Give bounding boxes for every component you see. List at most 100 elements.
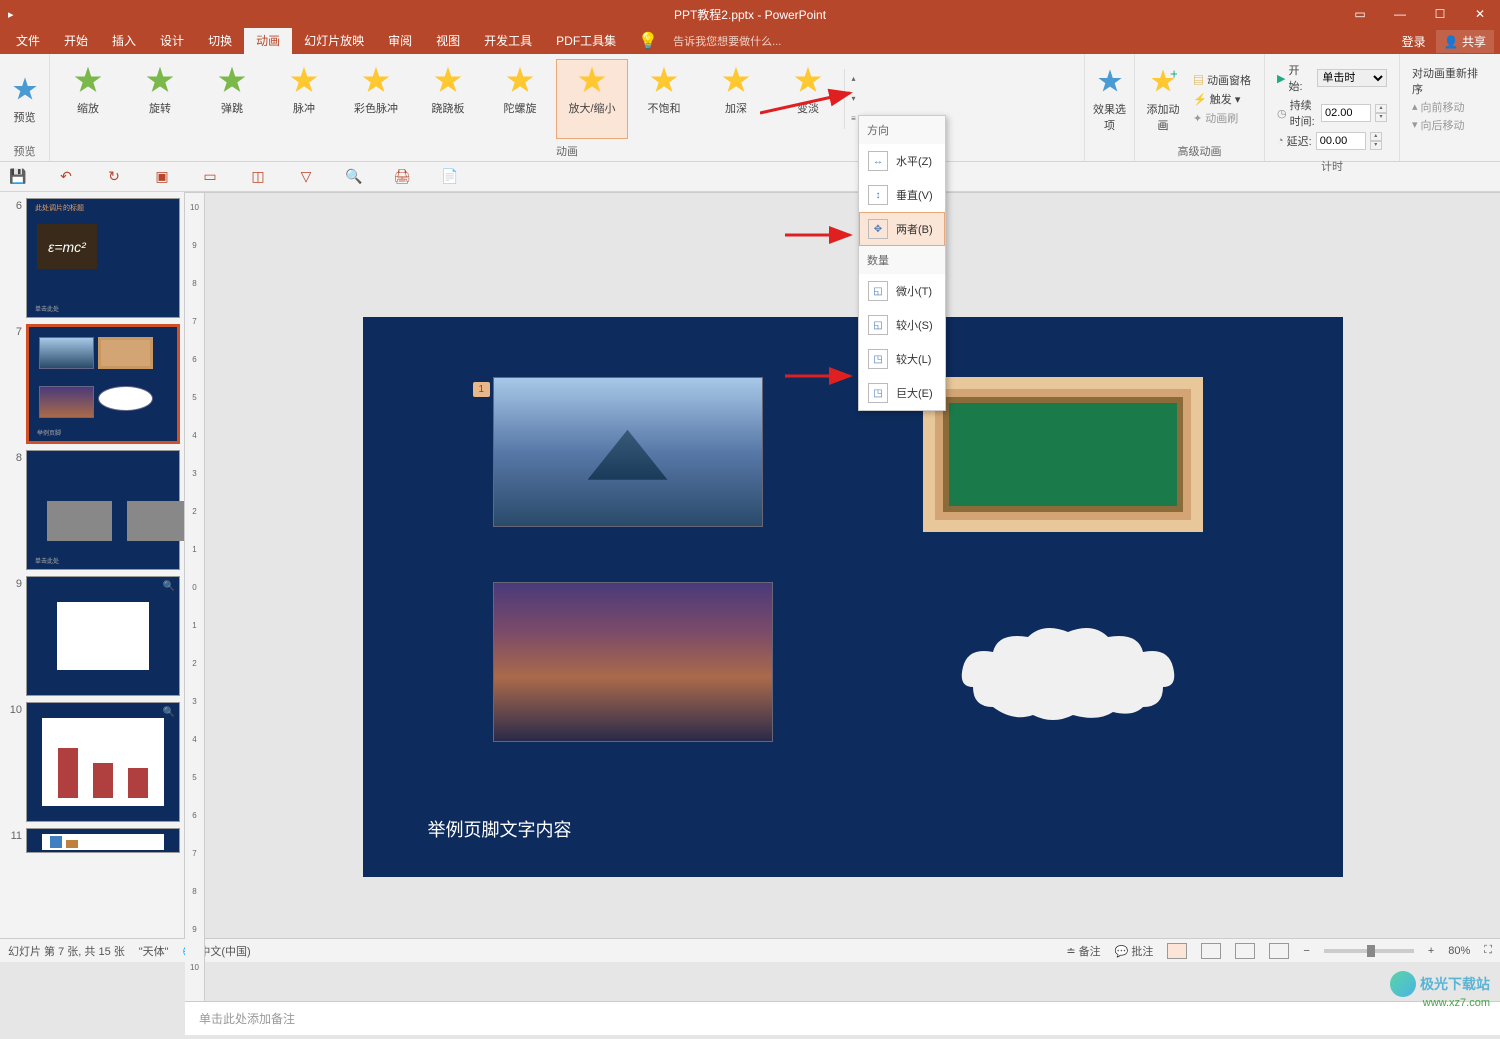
tab-view[interactable]: 视图 [424, 28, 472, 54]
thumb-7[interactable]: 7 举例页脚 [4, 324, 180, 444]
anim-desat[interactable]: 不饱和 [628, 59, 700, 139]
maximize-icon[interactable]: ☐ [1420, 0, 1460, 28]
effect-options-button[interactable]: 效果选项 [1091, 59, 1128, 139]
qat-btn-9[interactable]: 🖨 [392, 167, 412, 187]
workspace: 6 此处调片的标题ε=mc²单击此处 7 举例页脚 8 单击此处 9 🔍 [0, 192, 1500, 938]
group-label-preview: 预览 [0, 143, 49, 161]
qat-btn-7[interactable]: ▽ [296, 167, 316, 187]
annotation-arrow-1 [760, 88, 860, 118]
thumb-8[interactable]: 8 单击此处 [4, 450, 180, 570]
slide-footer-text[interactable]: 举例页脚文字内容 [428, 816, 572, 842]
anim-teeter[interactable]: 跷跷板 [412, 59, 484, 139]
qat-btn-4[interactable]: ▣ [152, 167, 172, 187]
slide-cloud-shape[interactable] [953, 617, 1183, 727]
annotation-arrow-3 [785, 366, 860, 386]
qat-btn-5[interactable]: ▭ [200, 167, 220, 187]
start-select[interactable]: 单击时 [1317, 69, 1387, 87]
delay-input[interactable] [1316, 132, 1366, 150]
slide-image-chalkboard[interactable] [923, 377, 1203, 532]
anim-growshrink[interactable]: 放大/缩小 [556, 59, 628, 139]
tab-home[interactable]: 开始 [52, 28, 100, 54]
share-icon: 👤 [1444, 35, 1459, 49]
anim-spin[interactable]: 旋转 [124, 59, 196, 139]
tab-design[interactable]: 设计 [148, 28, 196, 54]
tellme-icon: 💡 [638, 31, 658, 51]
dropdown-vertical[interactable]: ↕垂直(V) [859, 178, 945, 212]
notes-pane[interactable]: 单击此处添加备注 [185, 1001, 1500, 1035]
dropdown-smaller[interactable]: ◱较小(S) [859, 308, 945, 342]
tab-slideshow[interactable]: 幻灯片放映 [292, 28, 376, 54]
move-earlier-button[interactable]: ▴ 向前移动 [1412, 99, 1488, 115]
anim-pulse[interactable]: 脉冲 [268, 59, 340, 139]
delay-spinner[interactable]: ▴▾ [1370, 132, 1382, 150]
window-title: PPT教程2.pptx - PowerPoint [674, 6, 826, 23]
pane-icon: ▤ [1193, 75, 1204, 87]
dropdown-horizontal[interactable]: ↔水平(Z) [859, 144, 945, 178]
slide-canvas[interactable]: 1 举例页脚文字内容 [363, 317, 1343, 877]
thumb-10[interactable]: 10 🔍 [4, 702, 180, 822]
trigger-icon: ⚡ [1193, 94, 1207, 106]
redo-icon[interactable]: ↻ [104, 167, 124, 187]
dropdown-huge[interactable]: ◳巨大(E) [859, 376, 945, 410]
dropdown-both[interactable]: ✥两者(B) [859, 212, 945, 246]
ribbon-display-icon[interactable]: ▭ [1340, 0, 1380, 28]
slide-image-city[interactable] [493, 582, 773, 742]
save-icon[interactable]: 💾 [8, 167, 28, 187]
duration-input[interactable] [1321, 104, 1371, 122]
anim-tag[interactable]: 1 [473, 382, 491, 397]
watermark: 极光下载站 www.xz7.com [1390, 971, 1490, 1009]
anim-zoom[interactable]: 缩放 [52, 59, 124, 139]
trigger-button[interactable]: ⚡ 触发 ▾ [1193, 91, 1251, 107]
slide-panel[interactable]: 6 此处调片的标题ε=mc²单击此处 7 举例页脚 8 单击此处 9 🔍 [0, 192, 185, 938]
thumb-11[interactable]: 11 [4, 828, 180, 853]
effect-options-dropdown: 方向 ↔水平(Z) ↕垂直(V) ✥两者(B) 数量 ◱微小(T) ◱较小(S)… [858, 115, 946, 411]
anim-pane-button[interactable]: ▤ 动画窗格 [1193, 72, 1251, 88]
tab-file[interactable]: 文件 [4, 28, 52, 54]
theme-label: "天体" [139, 943, 169, 959]
zoom-icon: 🔍 [163, 581, 175, 592]
anim-spin2[interactable]: 陀螺旋 [484, 59, 556, 139]
dropdown-section-amount: 数量 [859, 246, 945, 274]
slide-counter[interactable]: 幻灯片 第 7 张, 共 15 张 [8, 943, 125, 959]
anim-painter-button[interactable]: ✦ 动画刷 [1193, 110, 1251, 126]
tab-animations[interactable]: 动画 [244, 28, 292, 54]
slide-image-mountain[interactable] [493, 377, 763, 527]
thumb-9[interactable]: 9 🔍 [4, 576, 180, 696]
qat-btn-10[interactable]: 📄 [440, 167, 460, 187]
tellme-input[interactable]: 告诉我您想要做什么... [673, 33, 781, 49]
tab-developer[interactable]: 开发工具 [472, 28, 544, 54]
tab-pdf[interactable]: PDF工具集 [544, 28, 628, 54]
canvas[interactable]: 1 举例页脚文字内容 [205, 193, 1500, 1001]
zoom-slider[interactable] [1324, 949, 1414, 953]
preview-button[interactable]: 预览 [6, 59, 43, 139]
group-label-advanced: 高级动画 [1135, 143, 1264, 161]
delay-icon: ◔ [1277, 135, 1284, 147]
dropdown-tiny[interactable]: ◱微小(T) [859, 274, 945, 308]
add-animation-button[interactable]: + 添加动画 [1141, 59, 1185, 139]
qat-btn-6[interactable]: ◫ [248, 167, 268, 187]
window-controls: ▭ — ☐ ✕ [1340, 0, 1500, 28]
ribbon: 预览 预览 缩放 旋转 弹跳 脉冲 彩色脉冲 跷跷板 陀螺旋 放大/缩小 不饱和… [0, 54, 1500, 162]
painter-icon: ✦ [1193, 113, 1202, 125]
ruler-vertical: 10987654321012345678910 [185, 193, 205, 1001]
close-icon[interactable]: ✕ [1460, 0, 1500, 28]
reorder-label: 对动画重新排序 [1412, 65, 1488, 97]
move-later-button[interactable]: ▾ 向后移动 [1412, 117, 1488, 133]
group-label-timing: 计时 [1265, 158, 1399, 174]
minimize-icon[interactable]: — [1380, 0, 1420, 28]
tab-transitions[interactable]: 切换 [196, 28, 244, 54]
anim-colorpulse[interactable]: 彩色脉冲 [340, 59, 412, 139]
dropdown-larger[interactable]: ◳较大(L) [859, 342, 945, 376]
titlebar: ▸ PPT教程2.pptx - PowerPoint ▭ — ☐ ✕ [0, 0, 1500, 28]
login-button[interactable]: 登录 [1402, 33, 1426, 50]
thumb-6[interactable]: 6 此处调片的标题ε=mc²单击此处 [4, 198, 180, 318]
svg-text:+: + [1170, 67, 1177, 82]
duration-spinner[interactable]: ▴▾ [1375, 104, 1387, 122]
qat-btn-8[interactable]: 🔍 [344, 167, 364, 187]
anim-bounce[interactable]: 弹跳 [196, 59, 268, 139]
zoom-icon: 🔍 [163, 707, 175, 718]
tab-insert[interactable]: 插入 [100, 28, 148, 54]
tab-review[interactable]: 审阅 [376, 28, 424, 54]
share-button[interactable]: 👤 共享 [1436, 30, 1494, 53]
undo-icon[interactable]: ↶ [56, 167, 76, 187]
